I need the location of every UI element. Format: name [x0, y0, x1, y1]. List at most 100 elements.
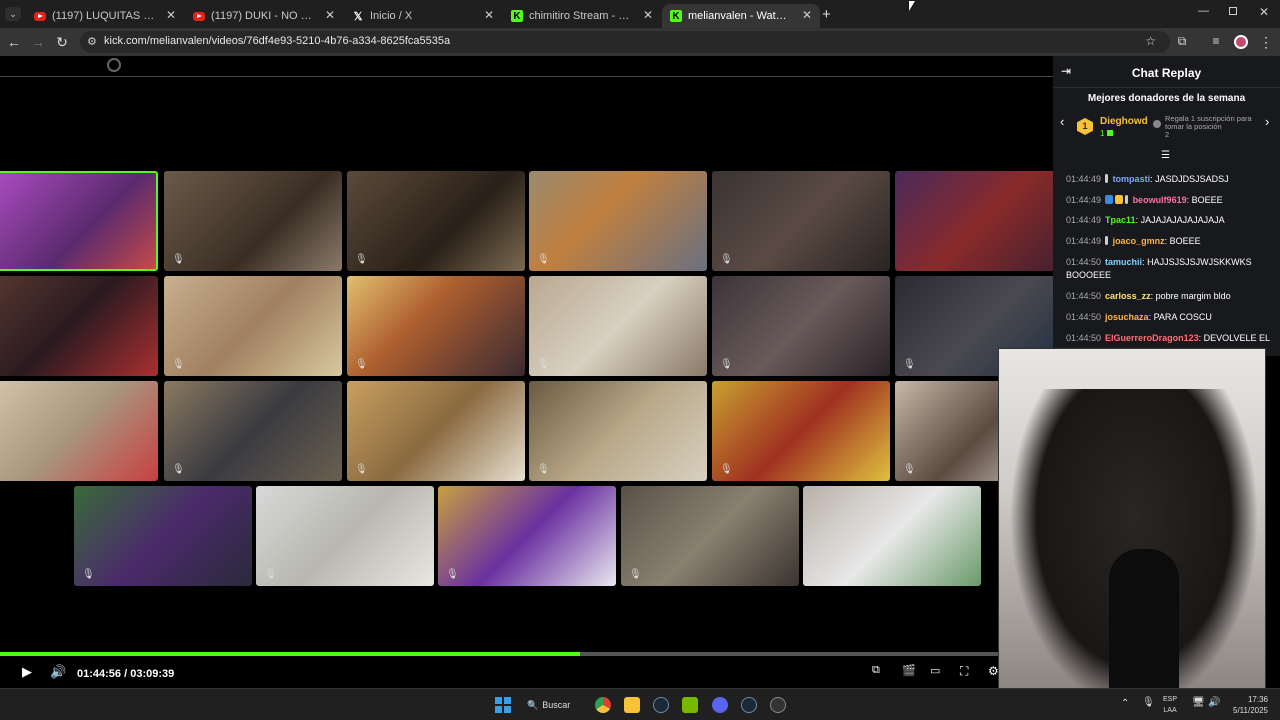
message-user[interactable]: tompasti	[1113, 174, 1151, 184]
media-controls-icon[interactable]: ≡	[1208, 34, 1224, 48]
pip-icon[interactable]: ⧉	[872, 664, 880, 677]
mic-muted-icon: 🎙	[629, 569, 642, 580]
chevron-left-icon[interactable]: ‹	[1060, 114, 1064, 129]
taskbar-clock[interactable]: 17:36 5/11/2025	[1228, 694, 1268, 716]
mic-muted-icon: 🎙	[264, 569, 277, 580]
message-time: 01:44:50	[1066, 333, 1102, 343]
tab-search-dropdown-icon[interactable]: ⌄	[5, 7, 21, 21]
extensions-icon[interactable]: ⧉	[1174, 34, 1190, 49]
file-explorer-icon[interactable]	[624, 697, 640, 713]
browser-toolbar: ← → ↻ ⚙ kick.com/melianvalen/videos/76df…	[0, 28, 1280, 56]
steam-icon[interactable]	[653, 697, 669, 713]
chat-message: 01:44:50 josuchaza: PARA COSCU	[1066, 312, 1212, 322]
message-time: 01:44:49	[1066, 174, 1102, 184]
volume-icon[interactable]: 🔊	[50, 664, 66, 680]
forward-icon[interactable]: →	[30, 34, 46, 50]
close-window-icon[interactable]: ✕	[1259, 5, 1269, 19]
message-user[interactable]: josuchaza	[1105, 312, 1149, 322]
gift-sub-prompt[interactable]: Regala 1 suscripción para tomar la posic…	[1153, 115, 1265, 139]
video-tile: 🎙	[529, 381, 707, 481]
video-tile: 🎙	[347, 381, 525, 481]
address-bar[interactable]: ⚙ kick.com/melianvalen/videos/76df4e93-5…	[80, 31, 1170, 53]
windows-start-icon[interactable]	[495, 697, 511, 713]
chat-message: 01:44:50 tamuchii: HAJJSJSJSJWJSKKWKS BOO…	[1066, 257, 1252, 280]
mouse-cursor	[909, 1, 915, 11]
chrome-icon[interactable]	[595, 697, 611, 713]
site-info-icon[interactable]: ⚙	[87, 35, 97, 48]
mic-muted-icon: 🎙	[537, 254, 550, 265]
video-player[interactable]: 🎙 🎙 🎙 🎙 🎙 🎙 🎙 🎙 🎙 🎙 🎙 🎙 🎙 🎙 🎙 🎙 🎙 🎙 🎙 ▶ …	[0, 56, 1053, 688]
video-tile: 🎙	[347, 171, 525, 271]
url-text: kick.com/melianvalen/videos/76df4e93-521…	[104, 35, 451, 47]
tray-mic-icon[interactable]: 🎙	[1142, 697, 1155, 708]
chat-header: ⇥ Chat Replay	[1053, 56, 1280, 88]
time-display: 01:44:56 / 03:09:39	[77, 668, 175, 680]
badge-icon	[1105, 236, 1109, 245]
new-tab-button[interactable]: +	[822, 6, 831, 23]
close-tab-icon[interactable]: ✕	[166, 8, 176, 22]
clip-icon[interactable]: 🎬	[902, 664, 916, 677]
message-time: 01:44:50	[1066, 291, 1102, 301]
restore-icon[interactable]	[1229, 7, 1237, 15]
close-tab-icon[interactable]: ✕	[802, 8, 812, 22]
video-tile: 🎙	[74, 486, 252, 586]
tab-kick-melianvalen[interactable]: K melianvalen - Watch the VOD o ✕	[662, 4, 820, 28]
steam-icon-2[interactable]	[741, 697, 757, 713]
lang-line2: LAA	[1163, 707, 1177, 714]
chat-message: 01:44:49 joaco_gmnz: BOEEE	[1066, 236, 1201, 246]
message-user[interactable]: joaco_gmnz	[1113, 236, 1165, 246]
mic-muted-icon: 🎙	[537, 359, 550, 370]
fullscreen-icon[interactable]: ⛶	[960, 664, 968, 679]
chevron-right-icon[interactable]: ›	[1265, 114, 1269, 129]
message-time: 01:44:49	[1066, 236, 1102, 246]
back-icon[interactable]: ←	[6, 34, 22, 50]
message-user[interactable]: beowulf9619	[1133, 195, 1187, 205]
mic-muted-icon: 🎙	[720, 254, 733, 265]
badge-icon	[1105, 174, 1109, 183]
bookmark-star-icon[interactable]: ☆	[1145, 34, 1156, 48]
chat-message: 01:44:49 tompasti: JASDJDSJSADSJ	[1066, 174, 1229, 184]
video-tile: 🎙	[712, 276, 890, 376]
taskbar-search[interactable]: 🔍 Buscar	[527, 696, 585, 714]
message-text: JASDJDSJSADSJ	[1155, 174, 1229, 184]
message-user[interactable]: carloss_zz	[1105, 291, 1151, 301]
network-icon[interactable]: 🖥	[1192, 697, 1205, 708]
mic-muted-icon: 🎙	[172, 359, 185, 370]
nvidia-icon[interactable]	[682, 697, 698, 713]
tab-youtube-duki[interactable]: (1197) DUKI - NO ME ALCANZA ✕	[185, 4, 343, 28]
video-tile: 🎙	[256, 486, 434, 586]
mic-muted-icon: 🎙	[82, 569, 95, 580]
kick-icon: K	[511, 10, 523, 22]
language-indicator[interactable]: ESP LAA	[1163, 694, 1177, 716]
video-tile: 🎙	[712, 171, 890, 271]
video-tile	[0, 171, 158, 271]
app-icon[interactable]	[770, 697, 786, 713]
close-tab-icon[interactable]: ✕	[643, 8, 653, 22]
seek-bar[interactable]	[0, 652, 1000, 656]
theater-mode-icon[interactable]: ▭	[930, 664, 940, 677]
tab-kick-chimitiro[interactable]: K chimitiro Stream - Watch Live o ✕	[503, 4, 661, 28]
close-tab-icon[interactable]: ✕	[484, 8, 494, 22]
kick-icon: K	[670, 10, 682, 22]
discord-icon[interactable]	[712, 697, 728, 713]
tab-youtube-luquitas[interactable]: (1197) LUQUITAS RODRÍGUEZ ✕	[26, 4, 184, 28]
video-tile: 🎙	[347, 276, 525, 376]
filter-icon[interactable]: ☰	[1161, 150, 1170, 161]
close-tab-icon[interactable]: ✕	[325, 8, 335, 22]
message-user[interactable]: Tpac11	[1105, 215, 1136, 225]
reload-icon[interactable]: ↻	[54, 34, 70, 51]
play-icon[interactable]: ▶	[22, 664, 32, 680]
browser-menu-icon[interactable]: ⋮	[1258, 34, 1274, 51]
profile-avatar[interactable]	[1234, 35, 1248, 49]
message-user[interactable]: ElGuerreroDragon123	[1105, 333, 1199, 343]
search-label: Buscar	[542, 700, 571, 710]
volume-tray-icon[interactable]: 🔊	[1208, 697, 1220, 708]
message-user[interactable]: tamuchii	[1105, 257, 1142, 267]
tab-x-inicio[interactable]: 𝕏 Inicio / X ✕	[344, 4, 502, 28]
tray-chevron-icon[interactable]: ⌃	[1121, 698, 1129, 709]
mic-muted-icon: 🎙	[446, 569, 459, 580]
minimize-icon[interactable]: —	[1198, 5, 1209, 17]
video-tile	[0, 276, 158, 376]
message-text: pobre margim bldo	[1155, 291, 1231, 301]
message-text: BOEEE	[1191, 195, 1223, 205]
